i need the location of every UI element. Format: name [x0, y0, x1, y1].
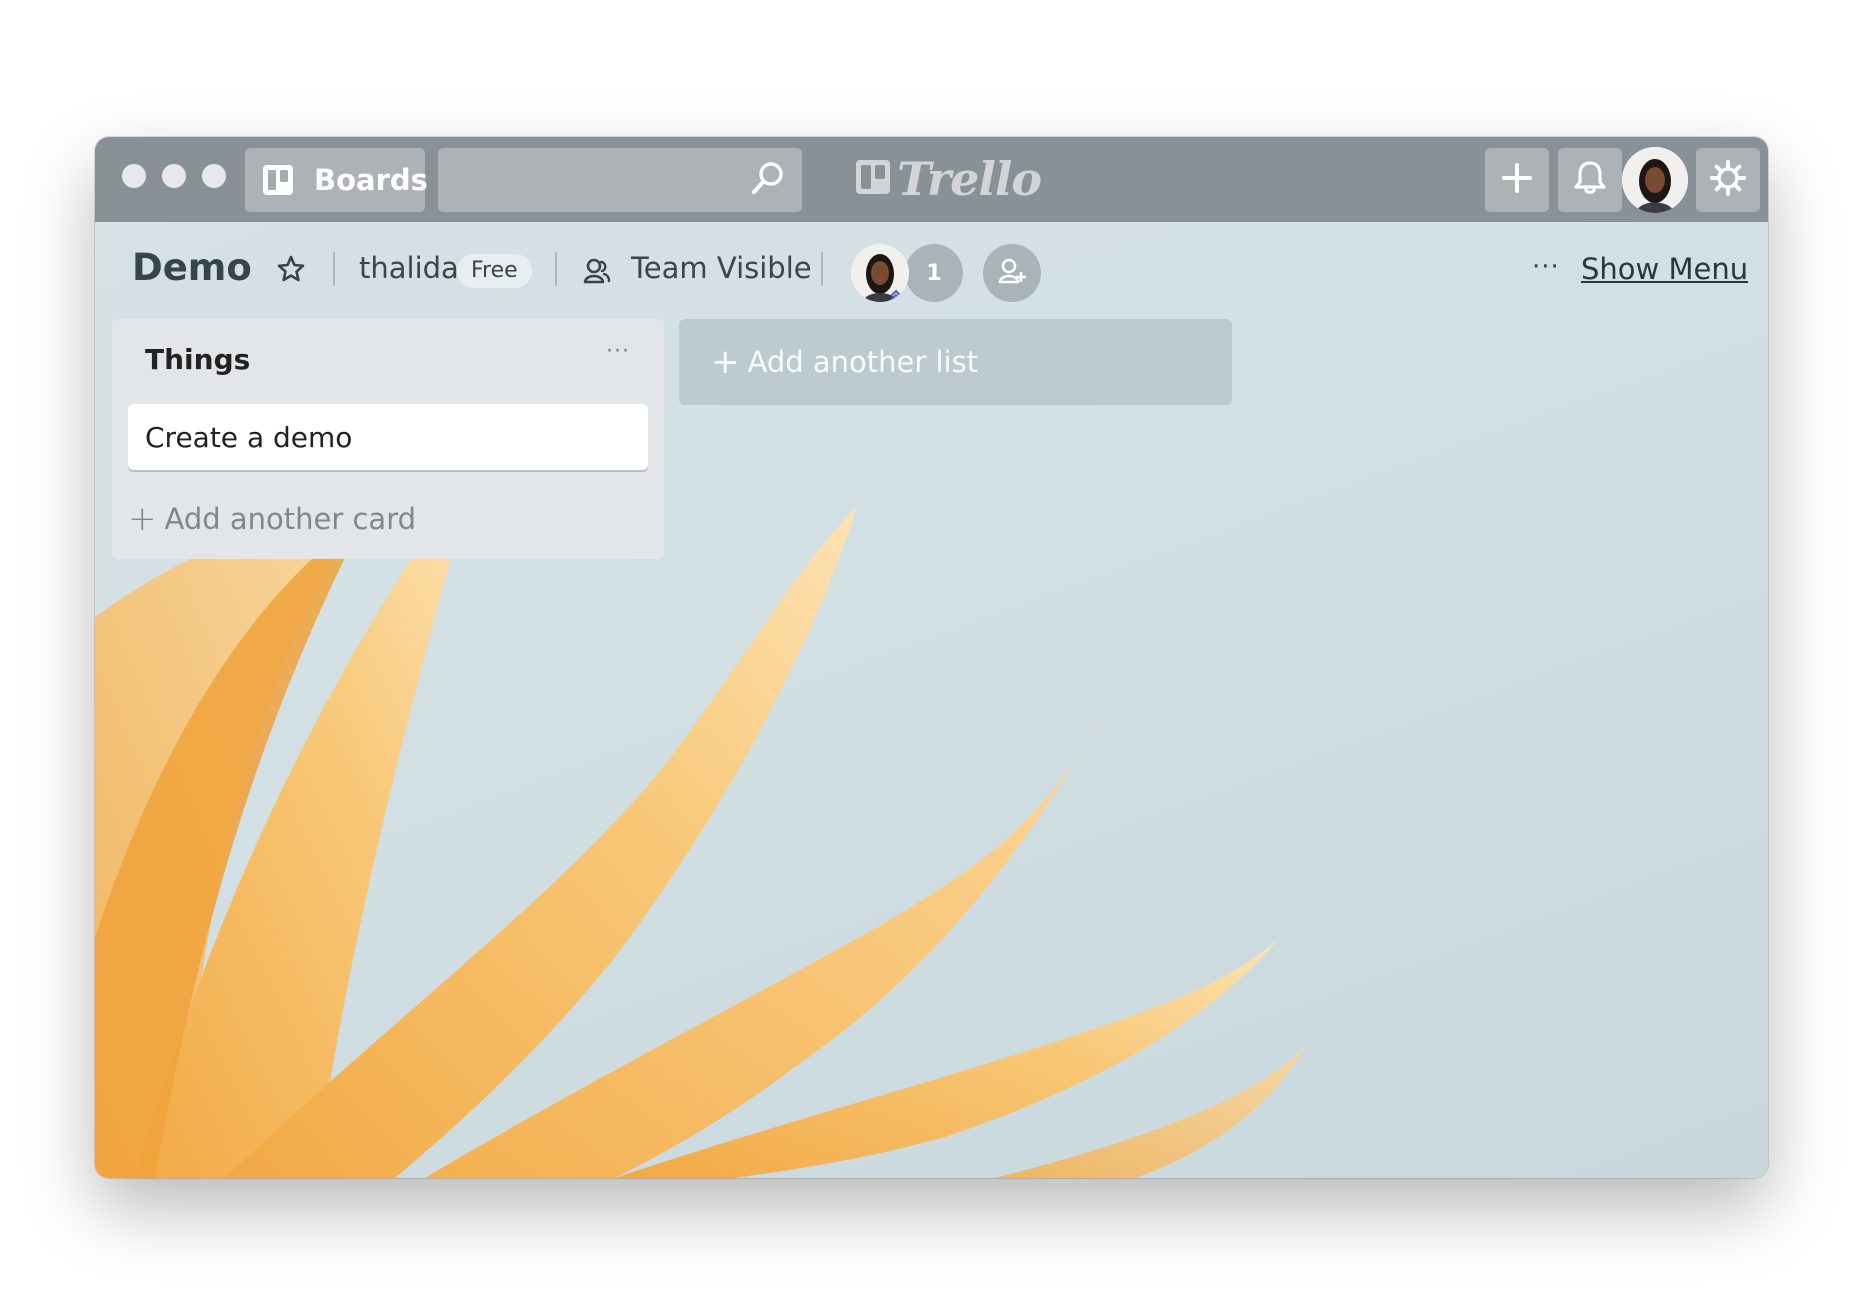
trello-logo-text: Trello: [897, 152, 1042, 206]
plan-badge: Free: [457, 254, 532, 288]
search-icon[interactable]: [750, 160, 786, 200]
visibility-button[interactable]: Team Visible: [631, 251, 812, 285]
plus-icon: +: [128, 499, 157, 539]
notifications-button[interactable]: [1558, 148, 1622, 212]
window-minimize-button[interactable]: [162, 164, 186, 188]
search-input[interactable]: [438, 148, 802, 212]
gear-icon: [1710, 160, 1746, 200]
member-count-badge[interactable]: 1: [905, 244, 963, 302]
board-header: Demo thalida Free Team Visible 1 ··· Sho…: [95, 222, 1768, 318]
team-icon: [583, 258, 611, 288]
board-icon: [262, 164, 294, 196]
app-window: Boards Trello Demo thalida Free Team Vis…: [95, 137, 1768, 1178]
add-user-icon: [998, 258, 1026, 288]
member-avatar[interactable]: [851, 244, 909, 302]
board-title[interactable]: Demo: [132, 246, 252, 289]
card[interactable]: Create a demo: [128, 404, 648, 470]
add-list-button[interactable]: + Add another list: [679, 319, 1232, 405]
header-divider: [555, 252, 557, 286]
add-card-button[interactable]: + Add another card: [128, 499, 416, 539]
more-icon[interactable]: ···: [1532, 252, 1560, 282]
create-button[interactable]: [1485, 148, 1549, 212]
star-icon[interactable]: [277, 255, 305, 287]
avatar[interactable]: [1622, 147, 1688, 213]
list-title[interactable]: Things: [145, 343, 250, 376]
board-owner[interactable]: thalida: [359, 251, 459, 285]
trello-logo[interactable]: Trello: [855, 152, 1042, 206]
invite-member-button[interactable]: [983, 244, 1041, 302]
settings-button[interactable]: [1696, 148, 1760, 212]
list-menu-button[interactable]: ···: [606, 339, 630, 364]
plus-icon: +: [711, 342, 740, 382]
trello-logo-icon: [855, 159, 891, 199]
plus-icon: [1501, 162, 1533, 198]
list: Things ··· Create a demo + Add another c…: [112, 319, 664, 559]
boards-label: Boards: [314, 163, 428, 197]
boards-button[interactable]: Boards: [245, 148, 428, 212]
card-title: Create a demo: [145, 420, 353, 454]
bell-icon: [1573, 160, 1607, 200]
window-close-button[interactable]: [122, 164, 146, 188]
header-divider: [821, 252, 823, 286]
add-list-label: Add another list: [747, 345, 979, 379]
header-divider: [333, 252, 335, 286]
window-zoom-button[interactable]: [202, 164, 226, 188]
show-menu-link[interactable]: Show Menu: [1581, 252, 1748, 286]
add-card-label: Add another card: [164, 502, 417, 536]
top-navigation-bar: Boards Trello: [95, 137, 1768, 222]
